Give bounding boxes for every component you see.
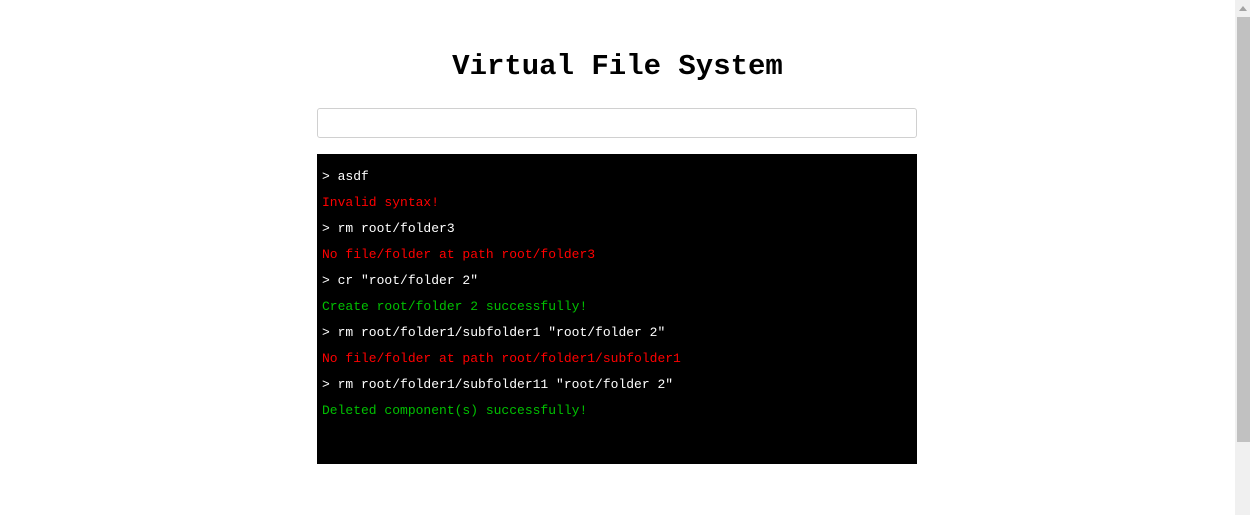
terminal-line-error: No file/folder at path root/folder1/subf… bbox=[322, 351, 681, 366]
scroll-up-arrow-icon[interactable] bbox=[1239, 6, 1247, 11]
command-input[interactable] bbox=[317, 108, 917, 138]
terminal-line-error: No file/folder at path root/folder3 bbox=[322, 247, 596, 262]
terminal-line-command: > rm root/folder3 bbox=[322, 221, 455, 236]
terminal-line-command: > rm root/folder1/subfolder1 "root/folde… bbox=[322, 325, 666, 340]
terminal-line-command: > asdf bbox=[322, 169, 369, 184]
terminal-line-command: > cr "root/folder 2" bbox=[322, 273, 479, 288]
vertical-scrollbar[interactable] bbox=[1235, 0, 1250, 515]
scrollbar-thumb[interactable] bbox=[1237, 17, 1250, 442]
terminal-output: > asdf Invalid syntax! > rm root/folder3 No… bbox=[317, 154, 917, 464]
terminal-line-success: Deleted component(s) successfully! bbox=[322, 403, 588, 418]
page-title: Virtual File System bbox=[452, 50, 783, 83]
terminal-line-success: Create root/folder 2 successfully! bbox=[322, 299, 588, 314]
terminal-line-command: > rm root/folder1/subfolder11 "root/fold… bbox=[322, 377, 674, 392]
terminal-line-error: Invalid syntax! bbox=[322, 195, 440, 210]
page: Virtual File System > asdf Invalid syntax… bbox=[0, 0, 1235, 515]
